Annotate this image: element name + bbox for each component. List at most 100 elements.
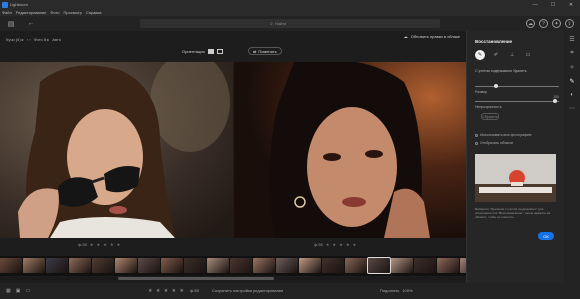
view-mode-icons: ▦ ▣ ▭	[6, 288, 30, 294]
tool-preview-image	[475, 154, 556, 202]
preview-illustration	[475, 154, 556, 202]
filmstrip-thumbnail[interactable]	[230, 258, 252, 273]
filmstrip-thumbnail[interactable]	[299, 258, 321, 273]
right-photo[interactable]	[234, 62, 466, 238]
heal-brush-icon[interactable]: ✐	[491, 50, 501, 60]
zoom-control: Подогнать 100%	[380, 288, 413, 293]
bottom-star-rating[interactable]: ★ ★ ★ ★ ★	[148, 288, 185, 294]
breadcrumb-item[interactable]: Фото 8 ▸	[34, 37, 50, 42]
orientation-label: Ориентация	[182, 49, 205, 54]
detail-view-icon[interactable]: ▭	[25, 288, 30, 294]
filmstrip-thumbnail[interactable]	[161, 258, 183, 273]
presets-icon[interactable]: ✧	[569, 64, 574, 71]
menu-edit[interactable]: Редактирование	[16, 10, 46, 15]
menu-help[interactable]: Справка	[86, 10, 102, 15]
filmstrip-thumbnail[interactable]	[184, 258, 206, 273]
cloud-sync-icon[interactable]: ☁	[526, 19, 535, 28]
help-icon[interactable]: ?	[539, 19, 548, 28]
menu-photo[interactable]: Фото	[50, 10, 59, 15]
filmstrip-thumbnail[interactable]	[46, 258, 68, 273]
cloud-icon: ☁	[403, 34, 408, 39]
crop-icon[interactable]: ⌗	[570, 50, 573, 57]
filmstrip-thumbnail[interactable]	[391, 258, 413, 273]
save-settings-label[interactable]: Сохранить настройки редактирования	[212, 288, 283, 293]
filmstrip-thumbnail[interactable]	[367, 257, 391, 274]
breadcrumb-nav[interactable]: ‹ ›	[27, 37, 31, 42]
size-slider[interactable]: Размер	[475, 80, 559, 94]
share-icon[interactable]: ⇪	[565, 19, 574, 28]
filmstrip-thumbnail[interactable]	[69, 258, 91, 273]
filmstrip-thumbnail[interactable]	[414, 258, 436, 273]
opacity-slider-label: Непрозрачность	[475, 105, 502, 109]
grid-view-icon[interactable]: ▦	[6, 288, 11, 294]
filmstrip-thumbnail[interactable]	[345, 258, 367, 273]
show-areas-label: Отобразить области	[480, 141, 514, 145]
left-star-rating[interactable]: ★ ★ ★ ★ ★	[90, 242, 121, 247]
left-photo-footer: ф.55 ★ ★ ★ ★ ★	[78, 238, 121, 250]
minimize-button[interactable]: —	[526, 0, 544, 9]
ok-button[interactable]: ОК	[538, 232, 554, 240]
heal-tool-row: ✎ ✐ ⊥ ▭	[475, 50, 533, 60]
filmstrip-thumbnail[interactable]	[276, 258, 298, 273]
menu-file[interactable]: Файл	[2, 10, 12, 15]
search-input[interactable]: ⌕ Найти	[140, 19, 440, 28]
use-whole-photo-option[interactable]: Использовать всю фотографию	[475, 133, 532, 137]
right-star-rating[interactable]: ★ ★ ★ ★ ★	[326, 242, 357, 247]
heal-icon[interactable]: ✎	[569, 78, 574, 85]
maximize-button[interactable]: ☐	[544, 0, 562, 9]
spot-icon[interactable]: ▭	[523, 50, 533, 60]
filmstrip-thumbnail[interactable]	[207, 258, 229, 273]
filmstrip-thumbnail[interactable]	[115, 258, 137, 273]
app-logo-icon	[2, 1, 8, 8]
zoom-value[interactable]: 100%	[402, 288, 412, 293]
reset-button[interactable]: Сбросить	[481, 113, 499, 120]
filmstrip-thumbnail[interactable]	[322, 258, 344, 273]
edit-icon[interactable]: ☰	[569, 36, 574, 43]
size-slider-knob[interactable]	[494, 84, 498, 88]
filmstrip-thumbnail[interactable]	[437, 258, 459, 273]
title-bar: Lightroom — ☐ ✕	[0, 0, 580, 9]
back-arrow-icon[interactable]: ←	[26, 19, 36, 29]
square-grid-icon[interactable]: ▣	[16, 288, 21, 294]
zoom-fit-label[interactable]: Подогнать	[380, 288, 399, 293]
edit-tools-strip: ☰ ⌗ ✧ ✎ ◐ ⋯	[564, 31, 580, 283]
filmstrip-thumbnail[interactable]	[138, 258, 160, 273]
side-by-side-icon[interactable]	[207, 49, 214, 54]
bottom-bar: ▦ ▣ ▭ ★ ★ ★ ★ ★ ф.55 Сохранить настройки…	[0, 283, 580, 299]
filmstrip-thumbnail[interactable]	[92, 258, 114, 273]
orientation-control: Ориентация	[182, 49, 223, 54]
more-icon[interactable]: ⋯	[569, 105, 575, 112]
filmstrip-scroll-thumb[interactable]	[118, 277, 274, 280]
panel-title: Восстановление	[475, 39, 513, 44]
cloud-update-button[interactable]: ☁ Обновить правки в облаке	[404, 34, 460, 39]
breadcrumb: Кучи (6) ▸ ‹ › Фото 8 ▸ Авто	[6, 37, 61, 42]
compare-header: Кучи (6) ▸ ‹ › Фото 8 ▸ Авто ☁ Обновить …	[0, 31, 466, 58]
lightroom-app: Lightroom — ☐ ✕ Файл Редактирование Фото…	[0, 0, 580, 299]
filmstrip-thumbnail[interactable]	[253, 258, 275, 273]
breadcrumb-item[interactable]: Кучи (6) ▸	[6, 37, 24, 42]
opacity-slider[interactable]: Непрозрачность 100	[475, 95, 559, 109]
opacity-slider-knob[interactable]	[552, 99, 557, 103]
healing-panel: Восстановление ✎ ✐ ⊥ ▭ С учетом содержим…	[466, 31, 564, 283]
show-areas-option[interactable]: Отобразить области	[475, 141, 513, 145]
filmstrip-scrollbar[interactable]	[0, 277, 466, 280]
filmstrip-thumbnail[interactable]	[0, 258, 22, 273]
opacity-slider-track[interactable]	[475, 101, 559, 102]
size-slider-track[interactable]	[475, 86, 559, 87]
swap-button[interactable]: ⇄ Поменять	[248, 47, 282, 55]
right-photo-image	[234, 62, 466, 238]
panel-toggle-icon[interactable]: ▤	[6, 19, 16, 29]
swap-icon: ⇄	[253, 48, 257, 54]
filmstrip-thumbnail[interactable]	[23, 258, 45, 273]
left-photo[interactable]	[0, 62, 233, 238]
window-title: Lightroom	[10, 2, 28, 7]
breadcrumb-item[interactable]: Авто	[52, 37, 61, 42]
content-aware-icon[interactable]: ✎	[475, 50, 485, 60]
menu-view[interactable]: Просмотр	[64, 10, 82, 15]
close-button[interactable]: ✕	[562, 0, 580, 9]
masking-icon[interactable]: ◐	[570, 92, 574, 98]
top-bottom-icon[interactable]	[216, 49, 223, 54]
clone-stamp-icon[interactable]: ⊥	[507, 50, 517, 60]
learn-icon[interactable]: ✦	[552, 19, 561, 28]
search-placeholder: Найти	[274, 21, 287, 26]
